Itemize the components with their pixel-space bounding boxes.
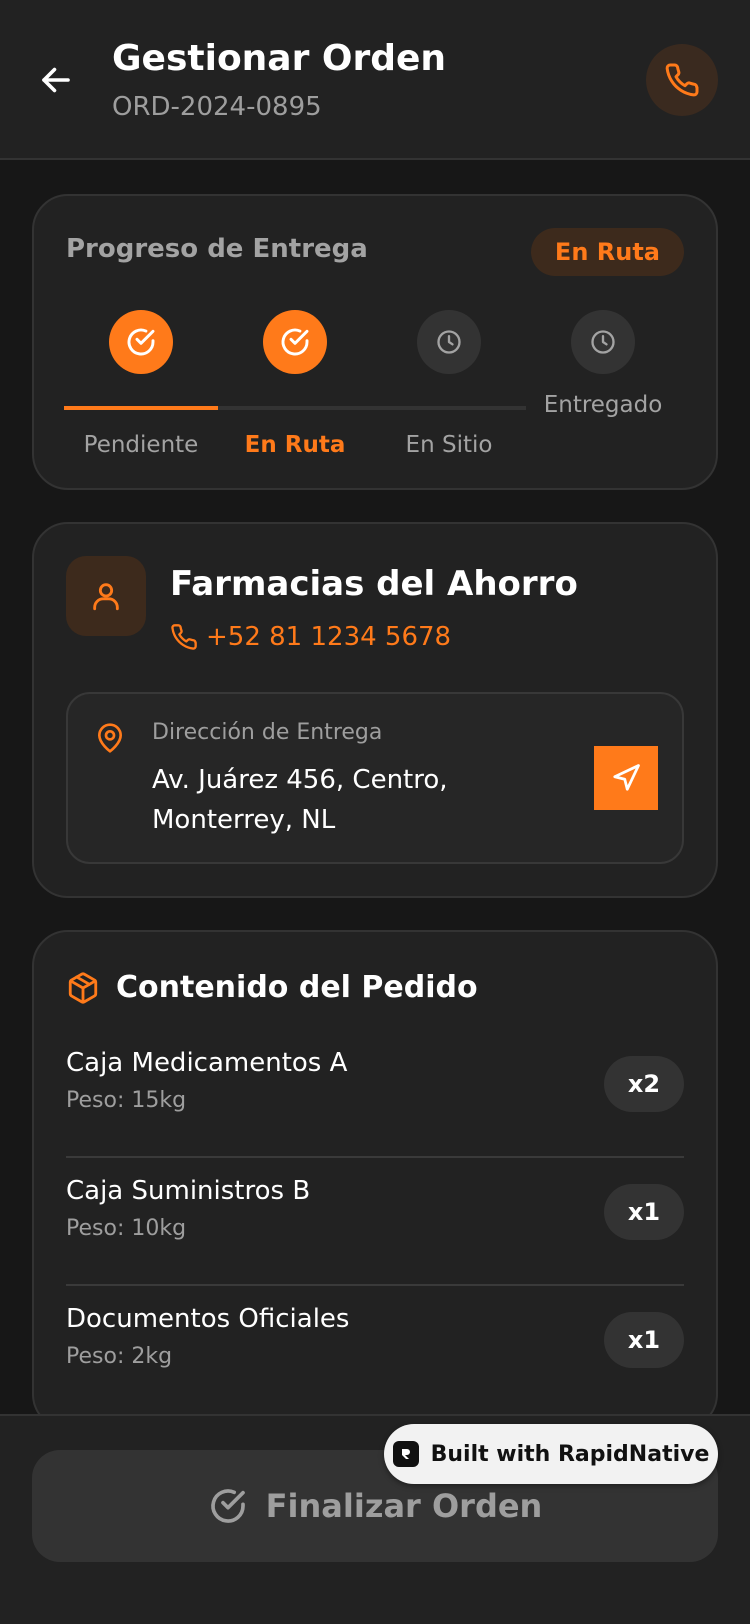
page-title: Gestionar Orden bbox=[112, 38, 447, 79]
order-id: ORD-2024-0895 bbox=[112, 92, 322, 122]
list-item: Caja Medicamentos A Peso: 15kg x2 bbox=[66, 1030, 684, 1158]
order-contents-title: Contenido del Pedido bbox=[116, 970, 478, 1005]
step-bar bbox=[218, 406, 372, 410]
step-label: En Sitio bbox=[405, 432, 493, 458]
step-entregado: Entregado bbox=[526, 310, 680, 418]
call-button[interactable] bbox=[646, 44, 718, 116]
step-circle-pending bbox=[571, 310, 635, 374]
step-label: En Ruta bbox=[244, 432, 346, 458]
check-circle-icon bbox=[210, 1489, 245, 1523]
finish-order-label: Finalizar Orden bbox=[265, 1487, 543, 1525]
address-box: Dirección de Entrega Av. Juárez 456, Cen… bbox=[66, 692, 684, 864]
step-bar bbox=[64, 406, 218, 410]
app-header: Gestionar Orden ORD-2024-0895 bbox=[0, 0, 750, 160]
logo-mark bbox=[401, 1449, 410, 1459]
customer-name: Farmacias del Ahorro bbox=[170, 564, 578, 604]
customer-phone-link[interactable]: +52 81 1234 5678 bbox=[170, 622, 451, 652]
badge-text: Built with RapidNative bbox=[430, 1441, 710, 1467]
step-pendiente: Pendiente bbox=[64, 310, 218, 458]
clock-icon bbox=[437, 330, 461, 354]
status-badge: En Ruta bbox=[530, 228, 684, 276]
rapidnative-logo-icon bbox=[392, 1441, 419, 1467]
step-label: Pendiente bbox=[83, 432, 199, 458]
address-label: Dirección de Entrega bbox=[152, 720, 383, 745]
list-item: Caja Suministros B Peso: 10kg x1 bbox=[66, 1158, 684, 1286]
check-circle-icon bbox=[127, 328, 155, 356]
package-icon bbox=[68, 971, 98, 1004]
built-with-badge[interactable]: Built with RapidNative bbox=[384, 1424, 718, 1484]
item-name: Caja Suministros B bbox=[66, 1176, 311, 1206]
step-label: Entregado bbox=[543, 392, 663, 418]
map-pin-icon bbox=[98, 723, 122, 753]
address-text: Av. Juárez 456, Centro, Monterrey, NL bbox=[152, 765, 448, 835]
item-weight: Peso: 2kg bbox=[66, 1344, 173, 1369]
progress-card: Progreso de Entrega En Ruta Pendiente En… bbox=[32, 194, 718, 490]
progress-title: Progreso de Entrega bbox=[66, 234, 368, 264]
step-en-sitio: En Sitio bbox=[372, 310, 526, 458]
step-circle-pending bbox=[417, 310, 481, 374]
navigation-icon bbox=[613, 764, 640, 791]
item-name: Documentos Oficiales bbox=[66, 1304, 350, 1334]
back-button[interactable] bbox=[30, 52, 82, 108]
phone-icon bbox=[171, 624, 197, 650]
order-contents-heading: Contenido del Pedido bbox=[66, 970, 478, 1005]
item-quantity: x2 bbox=[604, 1056, 684, 1112]
step-circle-done bbox=[109, 310, 173, 374]
customer-card: Farmacias del Ahorro +52 81 1234 5678 Di… bbox=[32, 522, 718, 898]
item-name: Caja Medicamentos A bbox=[66, 1048, 348, 1078]
item-quantity: x1 bbox=[604, 1312, 684, 1368]
step-bar bbox=[372, 406, 526, 410]
order-contents-card: Contenido del Pedido Caja Medicamentos A… bbox=[32, 930, 718, 1430]
user-icon bbox=[93, 583, 119, 611]
item-quantity: x1 bbox=[604, 1184, 684, 1240]
customer-phone-text: +52 81 1234 5678 bbox=[206, 622, 452, 652]
step-circle-done bbox=[263, 310, 327, 374]
clock-icon bbox=[591, 330, 615, 354]
arrow-left-icon bbox=[42, 67, 70, 93]
avatar bbox=[66, 556, 146, 636]
step-en-ruta: En Ruta bbox=[218, 310, 372, 458]
check-circle-icon bbox=[281, 328, 309, 356]
navigate-button[interactable] bbox=[594, 746, 658, 810]
phone-icon bbox=[665, 63, 699, 97]
item-weight: Peso: 15kg bbox=[66, 1088, 187, 1113]
list-item: Documentos Oficiales Peso: 2kg x1 bbox=[66, 1286, 684, 1414]
item-weight: Peso: 10kg bbox=[66, 1216, 187, 1241]
